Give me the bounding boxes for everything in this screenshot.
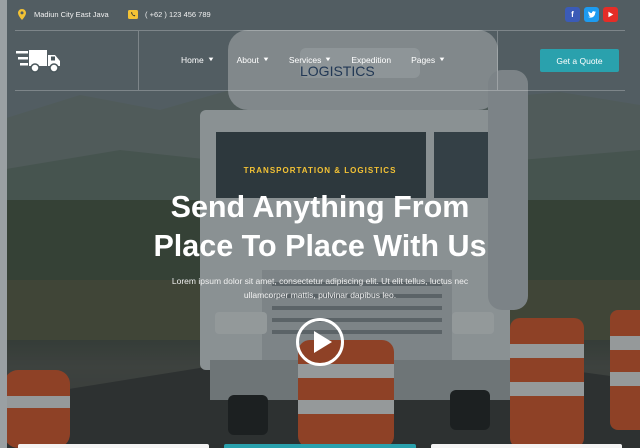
phone-info: ( +62 ) 123 456 789 xyxy=(128,9,211,20)
nav-divider-left xyxy=(138,31,139,90)
nav-item-label: Services xyxy=(288,55,322,65)
facebook-icon[interactable]: f xyxy=(565,7,580,22)
navbar-divider xyxy=(15,90,625,91)
chevron-down-icon: ▼ xyxy=(206,57,215,63)
nav-item-expedition[interactable]: Expedition xyxy=(351,55,391,65)
hero-description: Lorem ipsum dolor sit amet, consectetur … xyxy=(0,274,640,302)
nav-item-pages[interactable]: Pages ▼ xyxy=(411,55,447,65)
description-line-2: ullamcorper mattis, pulvinar dapibus leo… xyxy=(243,290,397,300)
description-line-1: Lorem ipsum dolor sit amet, consectetur … xyxy=(171,276,469,286)
hero-headline: Send Anything From Place To Place With U… xyxy=(0,188,640,266)
nav-item-about[interactable]: About ▼ xyxy=(236,55,270,65)
youtube-icon[interactable] xyxy=(603,7,618,22)
nav-item-services[interactable]: Services ▼ xyxy=(289,55,332,65)
chevron-down-icon: ▼ xyxy=(261,57,270,63)
address-text: Madiun City East Java xyxy=(34,10,109,19)
main-navbar: Home ▼ About ▼ Services ▼ Expedition Pag… xyxy=(0,31,640,91)
feature-card-3 xyxy=(431,444,622,448)
chevron-down-icon: ▼ xyxy=(324,57,333,63)
nav-item-label: Expedition xyxy=(351,55,392,65)
feature-card-2 xyxy=(224,444,416,448)
play-video-button[interactable] xyxy=(296,318,344,366)
phone-text[interactable]: ( +62 ) 123 456 789 xyxy=(145,10,211,19)
map-pin-icon xyxy=(17,9,27,20)
feature-card-1 xyxy=(18,444,209,448)
headline-line-2: Place To Place With Us xyxy=(153,229,487,263)
social-links: f xyxy=(565,7,618,22)
get-quote-button[interactable]: Get a Quote xyxy=(540,49,619,72)
nav-item-label: Home xyxy=(181,55,204,65)
nav-item-home[interactable]: Home ▼ xyxy=(181,55,215,65)
delivery-truck-icon[interactable] xyxy=(16,48,62,74)
address-info: Madiun City East Java xyxy=(17,9,109,20)
nav-divider-right xyxy=(497,31,498,90)
chevron-down-icon: ▼ xyxy=(438,57,447,63)
hero-tagline: TRANSPORTATION & LOGISTICS xyxy=(243,166,397,175)
phone-icon xyxy=(128,9,138,20)
play-icon xyxy=(313,331,332,353)
nav-item-label: About xyxy=(236,55,259,65)
nav-item-label: Pages xyxy=(411,55,436,65)
topbar: Madiun City East Java ( +62 ) 123 456 78… xyxy=(7,0,640,31)
twitter-icon[interactable] xyxy=(584,7,599,22)
nav-menu: Home ▼ About ▼ Services ▼ Expedition Pag… xyxy=(181,55,447,65)
headline-line-1: Send Anything From xyxy=(170,190,470,224)
